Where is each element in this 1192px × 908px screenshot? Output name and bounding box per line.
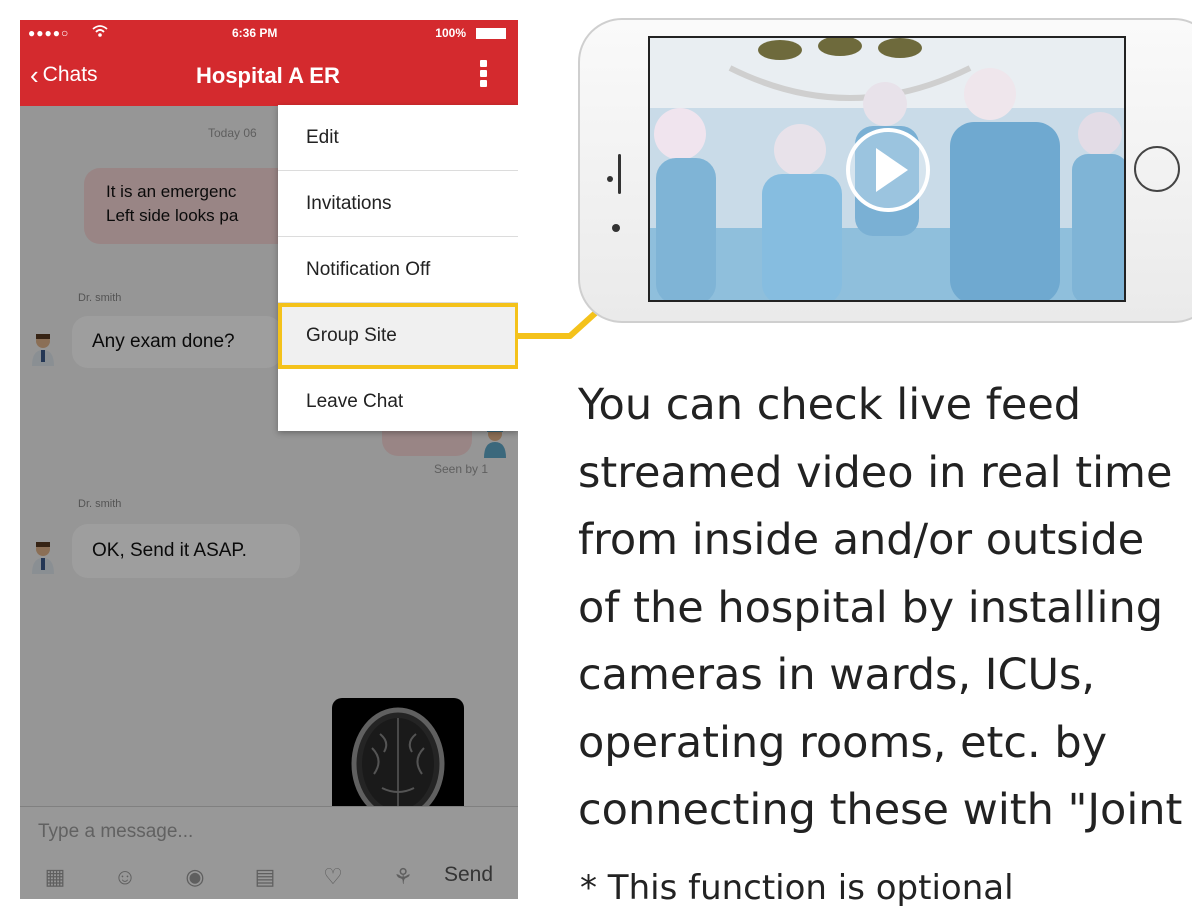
menu-item-group-site[interactable]: Group Site [278,303,518,369]
phone-screenshot: ●●●●○ 6:36 PM 100% ‹ Chats Hospital A ER… [20,20,518,899]
battery-icon [476,28,506,39]
back-label: Chats [42,63,98,86]
menu-item-leave-chat[interactable]: Leave Chat [278,369,518,435]
description-line: from inside and/or outside [578,515,1145,565]
video-feed[interactable] [648,36,1126,302]
landscape-phone [578,18,1192,323]
operating-room-video [650,38,1124,300]
description-line: of the hospital by installing [578,582,1163,633]
more-options-icon[interactable] [476,58,490,94]
description-line: streamed video in real time [578,447,1173,498]
menu-item-notification-off[interactable]: Notification Off [278,237,518,303]
description-line: connecting these with "Joint [578,785,1183,835]
status-bar: ●●●●○ 6:36 PM 100% [20,20,518,46]
wifi-icon [92,24,108,41]
signal-indicator: ●●●●○ [28,26,70,40]
description-line: operating rooms, etc. by [578,717,1108,768]
home-button[interactable] [1134,146,1180,192]
speaker-icon [618,154,621,194]
chevron-left-icon: ‹ [30,60,39,90]
nav-bar: ‹ Chats Hospital A ER [20,46,518,106]
status-time: 6:36 PM [232,26,278,40]
options-menu: Edit Invitations Notification Off Group … [278,105,518,431]
description-line: You can check live feed [578,380,1082,430]
menu-item-invitations[interactable]: Invitations [278,171,518,237]
sensor-icon [612,224,620,232]
menu-item-edit[interactable]: Edit [278,105,518,171]
chat-title: Hospital A ER [196,63,340,88]
optional-note: * This function is optional [580,868,1014,908]
feature-description: You can check live feed streamed video i… [578,372,1192,845]
back-button[interactable]: ‹ Chats [30,62,98,88]
battery-percent: 100% [435,26,466,40]
front-camera-icon [607,176,613,182]
description-line: cameras in wards, ICUs, [578,650,1096,700]
